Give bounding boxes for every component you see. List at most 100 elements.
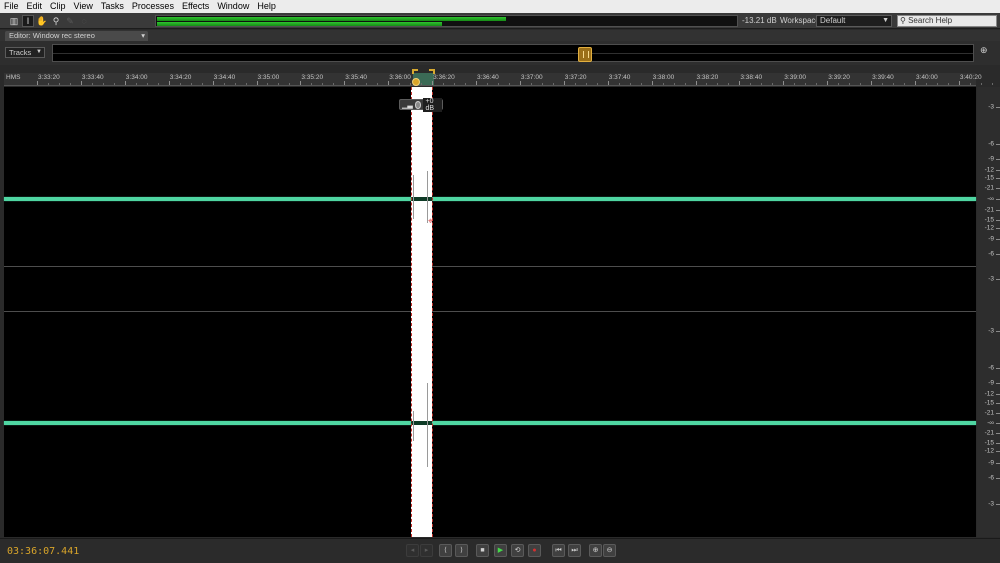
lasso-icon[interactable]: ◌ [78, 15, 90, 27]
db-scale-label: -9 [988, 459, 994, 467]
playhead-handle[interactable] [412, 78, 420, 86]
selected-waveform-right [411, 421, 432, 425]
db-scale-tick [996, 451, 1000, 452]
record-button[interactable]: ● [528, 544, 541, 557]
time-selection[interactable] [411, 87, 432, 537]
zoom-out-amplitude-button[interactable]: ⊖ [603, 544, 616, 557]
move-playhead-previous-button[interactable]: ◂ [406, 544, 419, 557]
rewind-button[interactable]: ⟨ [439, 544, 452, 557]
ruler-minor-tick [443, 83, 445, 85]
menu-help[interactable]: Help [253, 0, 280, 13]
ruler-minor-tick [772, 83, 774, 85]
volume-knob[interactable] [414, 100, 422, 109]
zoom-navigator-icon[interactable]: ⊕ [980, 45, 988, 56]
db-scale-label: -6 [988, 250, 994, 258]
menu-effects[interactable]: Effects [178, 0, 213, 13]
ruler-minor-tick [728, 83, 730, 85]
stop-button[interactable]: ■ [476, 544, 489, 557]
workspace-select[interactable]: Default ▼ [816, 15, 892, 27]
ruler-tick [695, 81, 697, 85]
menu-processes[interactable]: Processes [128, 0, 178, 13]
amplitude-scale: -3 -6 -9 -12 -15 -21 -∞ -21 -15 -12 -9 -6 -3 -3 -6 -9 -1… [977, 87, 1000, 537]
ruler-tick-label: 3:34:20 [169, 74, 192, 81]
level-meter-right [157, 22, 442, 26]
ruler-tick [739, 81, 741, 85]
ruler-tick-label: 3:38:00 [652, 74, 675, 81]
move-playhead-next-button[interactable]: ▸ [420, 544, 433, 557]
ruler-tick [476, 81, 477, 85]
menu-window[interactable]: Window [213, 0, 253, 13]
waveform-view-icon[interactable]: ▥ [8, 15, 20, 27]
search-help-input[interactable]: ⚲ Search Help [897, 15, 997, 27]
ruler-minor-tick [410, 83, 412, 85]
menu-clip[interactable]: Clip [46, 0, 70, 13]
ruler-minor-tick [794, 83, 796, 85]
db-scale-tick [996, 178, 1000, 179]
menu-tasks[interactable]: Tasks [97, 0, 128, 13]
ruler-minor-tick [838, 83, 840, 85]
ruler-minor-tick [157, 83, 159, 85]
ruler-tick-label: 3:37:40 [608, 74, 631, 81]
ruler-minor-tick [849, 83, 851, 85]
waveform-spike [413, 411, 414, 441]
ruler-tick-label: 3:33:40 [81, 74, 104, 81]
play-button[interactable]: ▶ [494, 544, 507, 557]
selection-start-bracket[interactable] [412, 69, 418, 74]
waveform-display[interactable]: ▁▃ +0 dB ⌖ [4, 87, 976, 537]
menu-file[interactable]: File [0, 0, 23, 13]
ruler-tick-label: 3:36:20 [433, 74, 455, 81]
volume-hud[interactable]: ▁▃ +0 dB [399, 97, 443, 112]
ruler-tick [168, 81, 170, 85]
zoom-navigator[interactable] [52, 44, 974, 62]
selection-end-line[interactable] [432, 87, 433, 537]
tracks-dropdown[interactable]: Tracks ▼ [5, 47, 45, 58]
time-selection-icon[interactable]: I [22, 15, 34, 27]
tab-editor[interactable]: Editor: Window rec stereo ▾ [5, 31, 148, 41]
ruler-minor-tick [904, 83, 906, 85]
ruler-tick [388, 81, 390, 85]
playhead-line[interactable] [411, 87, 412, 537]
ruler-tick [80, 81, 82, 85]
ruler-minor-tick [673, 83, 675, 85]
db-scale-label: -21 [984, 409, 994, 417]
ruler-tick-label: 3:37:20 [564, 74, 587, 81]
ruler-minor-tick [333, 83, 335, 85]
search-placeholder: Search Help [908, 16, 953, 25]
ruler-minor-tick [486, 83, 488, 85]
spot-healing-icon[interactable]: ✎ [64, 15, 76, 27]
go-to-start-button[interactable]: ⏮ [552, 544, 565, 557]
ruler-minor-tick [750, 83, 752, 85]
panel-menu-icon[interactable]: ▾ [141, 31, 145, 41]
waveform-spike [413, 175, 414, 219]
db-scale-label: -9 [988, 155, 994, 163]
go-to-end-button[interactable]: ⏭ [568, 544, 581, 557]
db-scale-tick [996, 331, 1000, 332]
ruler-minor-tick [552, 83, 554, 85]
navigator-handle[interactable] [578, 47, 592, 62]
db-scale-tick [996, 368, 1000, 369]
menu-bar: File Edit Clip View Tasks Processes Effects Win… [0, 0, 1000, 13]
hand-icon[interactable]: ✋ [36, 15, 48, 27]
ruler-minor-tick [925, 83, 927, 85]
ruler-minor-tick [991, 83, 993, 85]
ruler-tick [871, 81, 873, 85]
zoom-in-amplitude-button[interactable]: ⊕ [589, 544, 602, 557]
menu-view[interactable]: View [70, 0, 97, 13]
ruler-tick-label: 3:38:40 [740, 74, 763, 81]
ruler-minor-tick [366, 83, 368, 85]
ruler-minor-tick [596, 83, 598, 85]
db-scale-label: -15 [984, 216, 994, 224]
zoom-icon[interactable]: ⚲ [50, 15, 62, 27]
db-scale-tick [996, 423, 1000, 424]
ruler-tick [300, 81, 302, 85]
menu-edit[interactable]: Edit [23, 0, 47, 13]
db-scale-tick [996, 383, 1000, 384]
fast-forward-button[interactable]: ⟩ [455, 544, 468, 557]
hud-value: +0 dB [423, 97, 442, 112]
current-time-display[interactable]: 03:36:07.441 [7, 546, 79, 557]
ruler-tick [915, 81, 916, 85]
ruler-minor-tick [399, 83, 401, 85]
loop-button[interactable]: ⟲ [511, 544, 524, 557]
time-ruler[interactable]: HMS 3:33:20 3:33:40 3:34:00 3:34:20 3:34:40 3:… [4, 69, 993, 86]
db-scale-label: -3 [988, 275, 994, 283]
